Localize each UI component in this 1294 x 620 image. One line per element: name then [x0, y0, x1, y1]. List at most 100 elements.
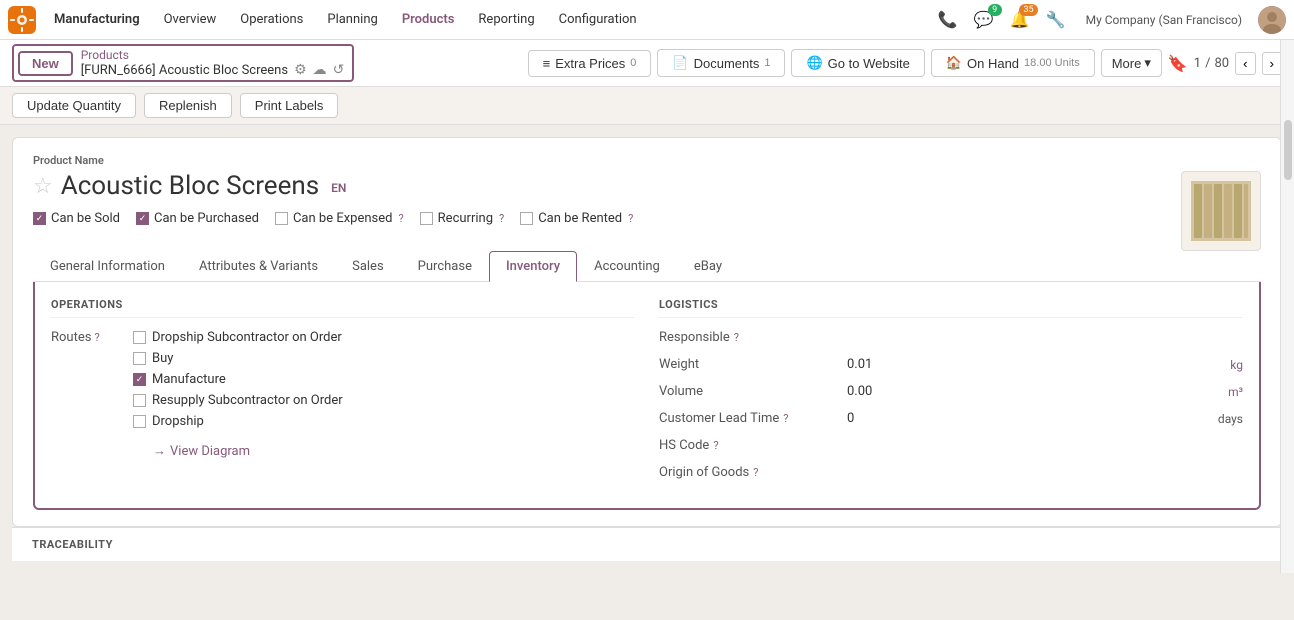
- bell-icon[interactable]: 🔔 35: [1006, 6, 1034, 34]
- weight-field: Weight 0.01 kg: [659, 357, 1243, 372]
- extra-prices-count: 0: [630, 57, 636, 69]
- page-current: 1: [1194, 56, 1201, 71]
- scrollbar[interactable]: [1280, 40, 1294, 573]
- pagination: 1 / 80: [1194, 56, 1229, 71]
- extra-prices-label: Extra Prices: [555, 56, 625, 71]
- go-to-website-button[interactable]: 🌐 Go to Website: [791, 49, 924, 77]
- tab-attributes-variants[interactable]: Attributes & Variants: [182, 251, 335, 282]
- hs-code-label: HS Code ?: [659, 438, 839, 453]
- documents-button[interactable]: 📄 Documents 1: [657, 49, 785, 77]
- product-name: Acoustic Bloc Screens: [61, 171, 319, 201]
- tab-inventory[interactable]: Inventory: [489, 251, 577, 282]
- product-card: Product Name ☆ Acoustic Bloc Screens EN …: [12, 137, 1282, 527]
- nav-operations[interactable]: Operations: [230, 8, 313, 31]
- next-page-button[interactable]: ›: [1262, 52, 1282, 75]
- can-be-rented-checkbox[interactable]: [520, 212, 533, 225]
- weight-unit: kg: [1230, 358, 1243, 372]
- replenish-button[interactable]: Replenish: [144, 93, 232, 118]
- customer-lead-time-help-icon[interactable]: ?: [783, 412, 788, 425]
- responsible-field: Responsible ?: [659, 330, 1243, 345]
- can-be-sold-label: Can be Sold: [51, 211, 120, 226]
- route-resupply-subcontractor-checkbox[interactable]: [133, 394, 146, 407]
- more-label: More: [1112, 56, 1142, 71]
- can-be-expensed-help-icon[interactable]: ?: [398, 212, 403, 225]
- checkboxes-row: Can be Sold Can be Purchased Can be Expe…: [33, 211, 1181, 226]
- new-button[interactable]: New: [18, 51, 73, 76]
- on-hand-button[interactable]: 🏠 On Hand 18.00 Units: [931, 49, 1095, 77]
- customer-lead-time-field: Customer Lead Time ? 0 days: [659, 411, 1243, 426]
- breadcrumb-parent-link[interactable]: Products: [81, 48, 345, 62]
- nav-products[interactable]: Products: [392, 8, 465, 31]
- settings-gear-icon[interactable]: ⚙: [294, 62, 307, 78]
- more-button[interactable]: More ▾: [1101, 49, 1162, 77]
- view-diagram-label: View Diagram: [170, 444, 250, 459]
- company-name: My Company (San Francisco): [1086, 13, 1242, 27]
- can-be-rented-label: Can be Rented: [538, 211, 622, 226]
- route-resupply-subcontractor: Resupply Subcontractor on Order: [133, 393, 343, 408]
- routes-field: Routes ? Dropship Subcontractor on Order: [51, 330, 635, 459]
- nav-overview[interactable]: Overview: [154, 8, 227, 31]
- on-hand-value: 18.00 Units: [1024, 57, 1080, 69]
- route-manufacture-checkbox[interactable]: [133, 373, 146, 386]
- volume-field: Volume 0.00 m³: [659, 384, 1243, 399]
- prev-page-button[interactable]: ‹: [1235, 52, 1255, 75]
- breadcrumb-current-text: [FURN_6666] Acoustic Bloc Screens: [81, 63, 288, 78]
- phone-icon[interactable]: 📞: [934, 6, 962, 34]
- can-be-rented-help-icon[interactable]: ?: [628, 212, 633, 225]
- operations-section: OPERATIONS Routes ? Dropship Subcontract…: [51, 298, 635, 492]
- can-be-sold-checkbox[interactable]: [33, 212, 46, 225]
- can-be-expensed-label: Can be Expensed: [293, 211, 393, 226]
- route-buy: Buy: [133, 351, 343, 366]
- can-be-expensed-checkbox[interactable]: [275, 212, 288, 225]
- volume-label: Volume: [659, 384, 839, 399]
- view-diagram-link[interactable]: → View Diagram: [153, 443, 343, 459]
- origin-of-goods-label: Origin of Goods ?: [659, 465, 839, 480]
- origin-of-goods-help-icon[interactable]: ?: [753, 466, 758, 479]
- route-dropship-subcontractor-checkbox[interactable]: [133, 331, 146, 344]
- route-buy-checkbox[interactable]: [133, 352, 146, 365]
- print-labels-button[interactable]: Print Labels: [240, 93, 339, 118]
- responsible-help-icon[interactable]: ?: [734, 331, 739, 344]
- recurring-checkbox[interactable]: [420, 212, 433, 225]
- user-avatar[interactable]: [1258, 6, 1286, 34]
- volume-value[interactable]: 0.00: [847, 384, 1220, 399]
- routes-help-icon[interactable]: ?: [94, 331, 99, 344]
- route-dropship-subcontractor: Dropship Subcontractor on Order: [133, 330, 343, 345]
- update-quantity-button[interactable]: Update Quantity: [12, 93, 136, 118]
- extra-prices-button[interactable]: ≡ Extra Prices 0: [528, 50, 652, 77]
- logistics-title: LOGISTICS: [659, 298, 1243, 318]
- favorite-star-icon[interactable]: ☆: [33, 174, 53, 199]
- route-manufacture: Manufacture: [133, 372, 343, 387]
- language-badge[interactable]: EN: [331, 181, 346, 195]
- bookmark-icon[interactable]: 🔖: [1168, 54, 1188, 73]
- nav-manufacturing[interactable]: Manufacturing: [44, 8, 150, 31]
- tab-general-information[interactable]: General Information: [33, 251, 182, 282]
- hs-code-help-icon[interactable]: ?: [713, 439, 718, 452]
- route-dropship-checkbox[interactable]: [133, 415, 146, 428]
- recurring-field: Recurring ?: [420, 211, 505, 226]
- can-be-purchased-checkbox[interactable]: [136, 212, 149, 225]
- tab-accounting[interactable]: Accounting: [577, 251, 677, 282]
- view-diagram-arrow-icon: →: [153, 443, 166, 459]
- traceability-section[interactable]: TRACEABILITY: [12, 527, 1282, 561]
- recurring-help-icon[interactable]: ?: [499, 212, 504, 225]
- main-content: Product Name ☆ Acoustic Bloc Screens EN …: [0, 125, 1294, 573]
- route-dropship: Dropship: [133, 414, 343, 429]
- sub-action-bar: Update Quantity Replenish Print Labels: [0, 87, 1294, 125]
- tab-purchase[interactable]: Purchase: [401, 251, 489, 282]
- nav-configuration[interactable]: Configuration: [549, 8, 647, 31]
- tab-sales[interactable]: Sales: [335, 251, 401, 282]
- nav-planning[interactable]: Planning: [317, 8, 387, 31]
- cloud-icon[interactable]: ☁: [313, 62, 327, 78]
- wrench-icon[interactable]: 🔧: [1042, 6, 1070, 34]
- breadcrumb-bar: New Products [FURN_6666] Acoustic Bloc S…: [0, 40, 1294, 87]
- nav-reporting[interactable]: Reporting: [468, 8, 544, 31]
- weight-value[interactable]: 0.01: [847, 357, 1222, 372]
- company-switcher[interactable]: My Company (San Francisco): [1078, 9, 1250, 31]
- tab-ebay[interactable]: eBay: [677, 251, 739, 282]
- chat-icon[interactable]: 💬 9: [970, 6, 998, 34]
- customer-lead-time-value[interactable]: 0: [847, 411, 1210, 426]
- refresh-icon[interactable]: ↺: [333, 62, 345, 78]
- can-be-sold-field: Can be Sold: [33, 211, 120, 226]
- more-chevron-icon: ▾: [1144, 55, 1151, 71]
